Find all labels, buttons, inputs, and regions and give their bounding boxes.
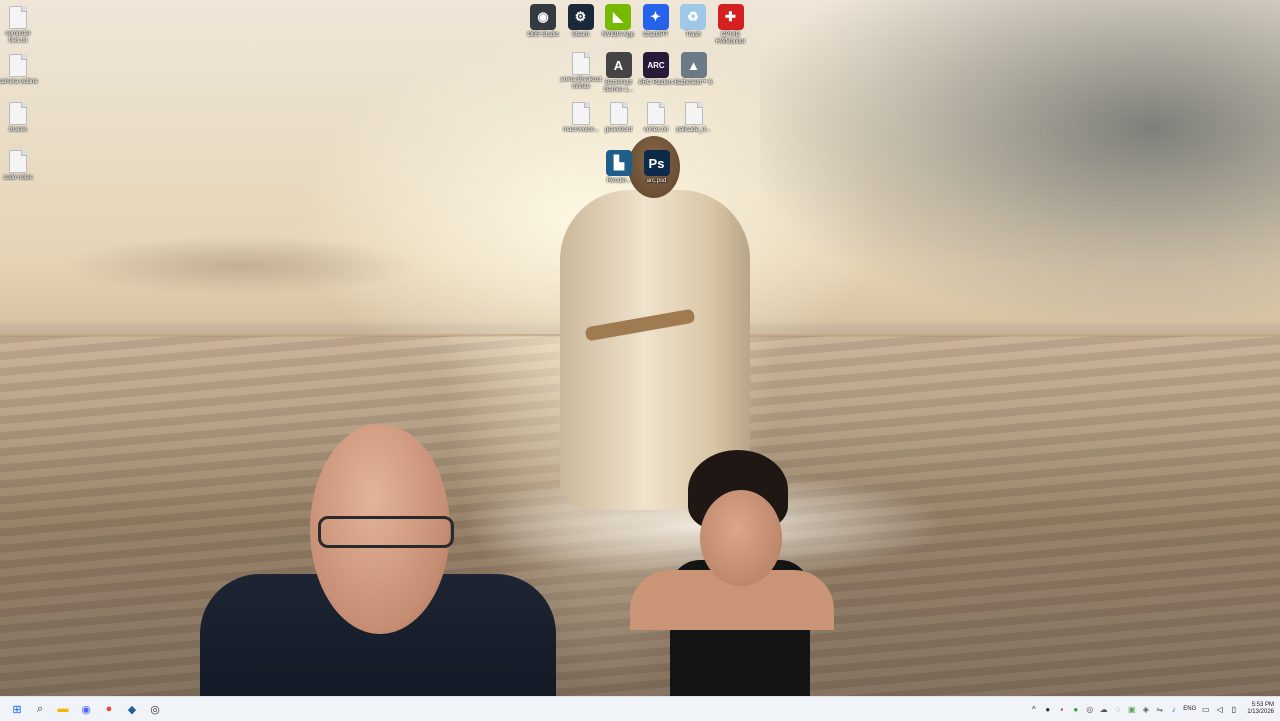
glasses xyxy=(318,516,454,548)
chatgpt-icon: ✦ xyxy=(642,4,669,30)
text-file-icon xyxy=(647,102,665,125)
tray-app-icon[interactable]: ● xyxy=(1071,705,1080,714)
desktop-icon[interactable]: palisade_d... xyxy=(672,102,716,134)
clock[interactable]: 5:53 PM 1/13/2026 xyxy=(1247,702,1274,716)
tray-app-icon[interactable]: ▪ xyxy=(1057,705,1066,714)
show-hidden-icons-chevron-icon[interactable]: ^ xyxy=(1029,705,1038,714)
person-face xyxy=(700,490,782,586)
battery-icon[interactable]: ▯ xyxy=(1229,705,1238,714)
tray-app-icon[interactable]: ◌ xyxy=(1113,705,1122,714)
desktop-icon-label: Battlefield™ 6 xyxy=(674,80,713,86)
battlefield-icon: A xyxy=(605,52,632,78)
text-file-icon xyxy=(9,102,27,125)
language-indicator[interactable]: ENG xyxy=(1183,705,1196,714)
desktop-icon-label: palisade_d... xyxy=(676,127,711,133)
desktop-icon[interactable]: Ps arc.psd xyxy=(635,150,679,185)
microphone-icon[interactable]: ♪ xyxy=(1169,705,1178,714)
tray-app-icon[interactable]: ▣ xyxy=(1127,705,1136,714)
desktop-icon[interactable]: braces xyxy=(0,102,40,134)
obs-icon: ◉ xyxy=(530,4,556,30)
search-icon[interactable]: ⌕ xyxy=(31,700,49,718)
nvidia-icon: ◣ xyxy=(605,4,631,30)
file-explorer-icon[interactable]: ▬ xyxy=(54,700,72,718)
system-tray: ^ ● ▪ ● ◎ ☁ ◌ ▣ ◈ ⇋ ♪ ENG ▭ ◁ ▯ 5:53 PM … xyxy=(1029,697,1274,721)
hwmonitor-icon: ✚ xyxy=(717,4,744,30)
usb-icon[interactable]: ⇋ xyxy=(1155,705,1164,714)
desktop-icon-label: computer files.txt xyxy=(5,31,31,44)
text-file-icon xyxy=(572,52,590,75)
text-file-icon xyxy=(609,102,628,125)
text-file-icon xyxy=(572,102,590,125)
desktop-icon[interactable]: ✚ CPUID HWMonitor xyxy=(709,4,753,46)
tray-app-icon[interactable]: ◈ xyxy=(1141,705,1150,714)
desktop-icon-label: code notes xyxy=(3,175,33,181)
text-file-icon xyxy=(9,54,27,77)
recycle-bin-icon: ♻ xyxy=(680,4,706,30)
steam-icon: ⚙ xyxy=(567,4,594,30)
chrome-icon[interactable]: ● xyxy=(100,700,118,718)
taskbar-pinned-apps: ⊞ ⌕ ▬ ◉ ● ◆ ◎ xyxy=(8,700,164,718)
network-icon[interactable]: ▭ xyxy=(1201,705,1210,714)
storm-clouds xyxy=(760,0,1280,320)
battlefield6-icon: ▲ xyxy=(680,52,707,78)
tray-app-icon[interactable]: ☁ xyxy=(1099,705,1108,714)
windows-start-icon[interactable]: ⊞ xyxy=(8,700,26,718)
desktop-icon-label: arc.psd xyxy=(646,178,667,184)
desktop-icon-label: braces xyxy=(8,127,27,133)
text-file-icon xyxy=(9,6,27,29)
kindle-icon: ▙ xyxy=(606,150,632,176)
cloud-band xyxy=(60,236,420,296)
photoshop-icon: Ps xyxy=(643,150,670,176)
desktop-icon[interactable]: computer files.txt xyxy=(0,6,40,45)
webcam-overlay-left xyxy=(200,424,556,720)
vscode-icon[interactable]: ◆ xyxy=(123,700,141,718)
desktop-icon[interactable]: camera outline xyxy=(0,54,40,86)
clock-date: 1/13/2026 xyxy=(1247,709,1274,715)
webcam-overlay-right xyxy=(630,450,834,720)
discord-icon[interactable]: ◉ xyxy=(77,700,95,718)
text-file-icon xyxy=(9,150,27,173)
text-file-icon xyxy=(684,102,703,125)
arc-raiders-icon: ARC xyxy=(643,52,669,78)
volume-icon[interactable]: ◁ xyxy=(1215,705,1224,714)
obs-taskbar-icon[interactable]: ◎ xyxy=(146,700,164,718)
desktop-icon-label: camera outline xyxy=(0,79,38,85)
desktop-icon[interactable]: code notes xyxy=(0,150,40,182)
desktop-icon-label: CPUID HWMonitor xyxy=(715,32,746,45)
taskbar: ⊞ ⌕ ▬ ◉ ● ◆ ◎ ^ ● ▪ ● ◎ ☁ ◌ ▣ ◈ ⇋ ♪ ENG ▭ ◁ ▯ … xyxy=(0,696,1280,721)
desktop-icon[interactable]: ▲ Battlefield™ 6 xyxy=(672,52,716,87)
clock-time: 5:53 PM xyxy=(1251,702,1274,708)
tray-app-icon[interactable]: ◎ xyxy=(1085,705,1094,714)
tray-app-icon[interactable]: ● xyxy=(1043,705,1052,714)
